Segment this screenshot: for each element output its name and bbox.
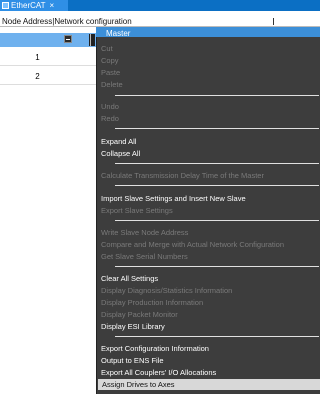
menu-item-export-slave-settings[interactable]: Export Slave Settings <box>97 204 320 216</box>
menu-item-delete[interactable]: Delete <box>97 78 320 90</box>
menu-item-output-ens-file[interactable]: Output to ENS File <box>97 354 320 366</box>
menu-item-paste[interactable]: Paste <box>97 66 320 78</box>
tab-ethercat[interactable]: EtherCAT × <box>0 0 68 11</box>
menu-item-write-node-address[interactable]: Write Slave Node Address <box>97 226 320 238</box>
menu-item-display-production[interactable]: Display Production Information <box>97 296 320 308</box>
tree-row-node-2[interactable]: 2 <box>0 69 100 85</box>
menu-item-get-serial-numbers[interactable]: Get Slave Serial Numbers <box>97 250 320 262</box>
menu-item-compare-and-merge[interactable]: Compare and Merge with Actual Network Co… <box>97 238 320 250</box>
menu-item-calculate-delay[interactable]: Calculate Transmission Delay Time of the… <box>97 169 320 181</box>
menu-separator <box>115 220 319 221</box>
column-resize-handle[interactable] <box>273 18 274 25</box>
context-menu: Cut Copy Paste Delete Undo Redo Expand A… <box>96 37 320 394</box>
collapse-icon[interactable] <box>64 35 72 43</box>
menu-item-expand-all[interactable]: Expand All <box>97 135 320 147</box>
column-title: Node Address|Network configuration <box>2 17 132 26</box>
node-address: 2 <box>35 72 40 81</box>
menu-separator <box>115 95 319 96</box>
menu-item-display-esi-library[interactable]: Display ESI Library <box>97 320 320 332</box>
menu-item-collapse-all[interactable]: Collapse All <box>97 147 320 159</box>
menu-separator <box>115 163 319 164</box>
menu-item-undo[interactable]: Undo <box>97 100 320 112</box>
menu-item-cut[interactable]: Cut <box>97 42 320 54</box>
menu-separator <box>115 128 319 129</box>
menu-separator <box>115 185 319 186</box>
menu-item-export-configuration[interactable]: Export Configuration Information <box>97 342 320 354</box>
menu-separator <box>115 336 319 337</box>
menu-item-export-io-allocations[interactable]: Export All Couplers' I/O Allocations <box>97 366 320 378</box>
tab-label: EtherCAT <box>11 1 46 10</box>
tree-row-node-1[interactable]: 1 <box>0 50 100 66</box>
close-icon[interactable]: × <box>50 1 55 10</box>
menu-item-copy[interactable]: Copy <box>97 54 320 66</box>
menu-item-display-diagnosis[interactable]: Display Diagnosis/Statistics Information <box>97 284 320 296</box>
tab-bar: EtherCAT × <box>0 0 320 11</box>
column-header: Node Address|Network configuration <box>0 17 320 27</box>
node-address: 1 <box>35 53 40 62</box>
master-device-icon <box>89 34 95 46</box>
menu-separator <box>115 266 319 267</box>
menu-item-import-slave-settings[interactable]: Import Slave Settings and Insert New Sla… <box>97 192 320 204</box>
ethercat-icon <box>2 2 9 9</box>
menu-item-assign-drives-to-axes[interactable]: Assign Drives to Axes <box>98 379 320 390</box>
menu-item-clear-all-settings[interactable]: Clear All Settings <box>97 272 320 284</box>
menu-item-redo[interactable]: Redo <box>97 112 320 124</box>
menu-item-display-packet-monitor[interactable]: Display Packet Monitor <box>97 308 320 320</box>
